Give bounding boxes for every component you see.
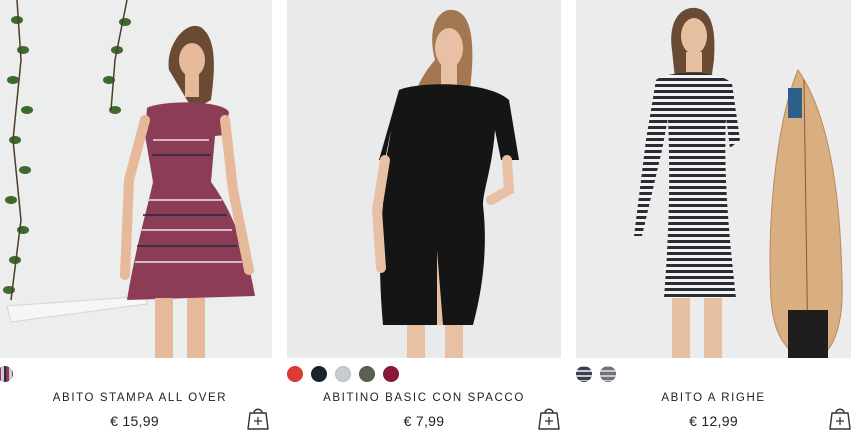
product-card: ABITO A RIGHE € 12,99 — [576, 0, 851, 430]
product-image[interactable] — [0, 0, 272, 358]
product-price: € 15,99 — [110, 413, 159, 429]
shopping-bag-add-icon — [247, 408, 269, 430]
add-to-cart-button[interactable] — [829, 406, 851, 430]
product-name[interactable]: ABITO STAMPA ALL OVER — [9, 392, 271, 404]
color-swatches — [287, 366, 399, 382]
product-name[interactable]: ABITINO BASIC CON SPACCO — [287, 392, 561, 404]
add-to-cart-button[interactable] — [538, 406, 560, 430]
product-price: € 12,99 — [689, 413, 738, 429]
product-image[interactable] — [287, 0, 561, 358]
burgundy-swatch[interactable] — [383, 366, 399, 382]
navy-stripe-swatch[interactable] — [576, 366, 592, 382]
color-swatches — [0, 366, 13, 382]
red-swatch[interactable] — [287, 366, 303, 382]
product-card: ABITINO BASIC CON SPACCO € 7,99 — [287, 0, 561, 430]
product-image[interactable] — [576, 0, 851, 358]
product-name[interactable]: ABITO A RIGHE — [576, 392, 851, 404]
grey-stripe-swatch[interactable] — [600, 366, 616, 382]
color-swatches — [576, 366, 616, 382]
shopping-bag-add-icon — [829, 408, 851, 430]
olive-swatch[interactable] — [359, 366, 375, 382]
light-grey-swatch[interactable] — [335, 366, 351, 382]
product-price: € 7,99 — [403, 413, 445, 429]
shopping-bag-add-icon — [538, 408, 560, 430]
pattern-swatch[interactable] — [0, 366, 13, 382]
navy-swatch[interactable] — [311, 366, 327, 382]
product-card: ABITO STAMPA ALL OVER € 15,99 — [0, 0, 272, 430]
add-to-cart-button[interactable] — [247, 406, 269, 430]
